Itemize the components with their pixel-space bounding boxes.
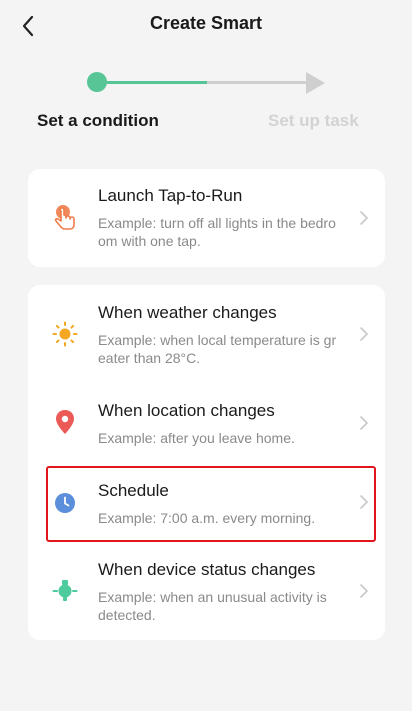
item-title: When device status changes — [98, 560, 316, 579]
step-progress-line — [105, 81, 207, 84]
schedule-highlight-box — [46, 466, 376, 542]
item-description: Example: when local temperature is great… — [98, 332, 337, 366]
header: Create Smart — [0, 0, 412, 50]
list-item-weather[interactable]: When weather changes Example: when local… — [28, 285, 385, 381]
list-item-device-status[interactable]: When device status changes Example: when… — [28, 544, 385, 640]
list-item-location[interactable]: When location changes Example: after you… — [28, 381, 385, 464]
chevron-right-icon — [360, 584, 368, 598]
item-description: Example: after you leave home. — [98, 430, 295, 446]
tap-hand-icon — [52, 205, 78, 231]
page-title: Create Smart — [149, 13, 263, 33]
location-pin-icon — [52, 409, 78, 435]
list-item-tap-to-run[interactable]: Launch Tap-to-Run Example: turn off all … — [28, 169, 385, 267]
step-remaining-line — [207, 81, 307, 84]
device-icon — [52, 578, 78, 604]
item-title: Launch Tap-to-Run — [98, 186, 243, 205]
item-description: Example: when an unusual activity is det… — [98, 589, 327, 623]
item-description: Example: turn off all lights in the bedr… — [98, 215, 336, 249]
step-label-set-task: Set up task — [268, 111, 359, 130]
step-label-set-condition: Set a condition — [37, 111, 159, 130]
sun-icon — [52, 321, 78, 347]
item-title: When weather changes — [98, 303, 277, 322]
conditions-card: When weather changes Example: when local… — [28, 285, 385, 640]
step-arrow-icon — [306, 72, 325, 94]
item-title: When location changes — [98, 401, 275, 420]
chevron-right-icon — [360, 327, 368, 341]
chevron-right-icon — [360, 416, 368, 430]
progress-stepper: Set a condition Set up task — [0, 66, 412, 136]
tap-to-run-card: Launch Tap-to-Run Example: turn off all … — [28, 169, 385, 267]
chevron-right-icon — [360, 211, 368, 225]
step-current-dot — [87, 72, 107, 92]
